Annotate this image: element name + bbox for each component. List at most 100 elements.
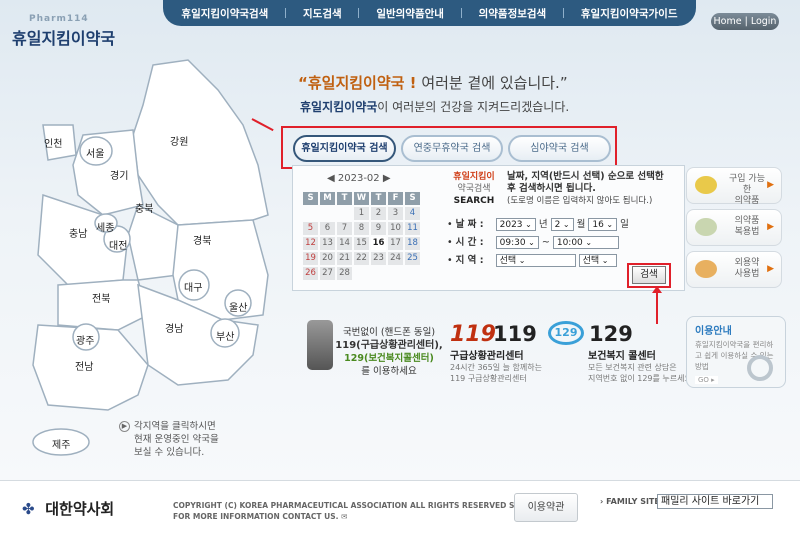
map-label-seoul[interactable]: 서울 (86, 145, 104, 160)
calendar-day[interactable]: 28 (337, 267, 352, 280)
annotation-arrow (652, 286, 662, 324)
calendar-day[interactable]: 20 (320, 252, 335, 265)
calendar-day[interactable]: 6 (320, 222, 335, 235)
logo-119: 119 (450, 322, 496, 347)
calendar-day[interactable]: 21 (337, 252, 352, 265)
tab-night-pharmacy[interactable]: 심야약국 검색 (508, 135, 611, 162)
slogan-brand: “휴일지킴이약국 ! (298, 74, 417, 92)
year-select[interactable]: 2023 (495, 218, 536, 231)
map-label-daejeon[interactable]: 대전 (109, 237, 127, 252)
terms-button[interactable]: 이용약관 (514, 493, 578, 522)
nav-item-map-search[interactable]: 지도검색 (303, 6, 342, 21)
calendar-day[interactable]: 15 (354, 237, 369, 250)
map-label-jeju[interactable]: 제주 (52, 436, 70, 451)
search-box-label: 휴일지킴이 약국검색 SEARCH (448, 171, 500, 207)
map-label-gangwon[interactable]: 강원 (170, 133, 188, 148)
calendar-day[interactable]: 18 (405, 237, 420, 250)
calendar-empty-cell (303, 207, 318, 220)
map-label-daegu[interactable]: 대구 (184, 279, 202, 294)
usage-guide-box[interactable]: 이용안내 휴일지킴이약국을 편리하고 쉽게 이용하실 수 있는 방법 GO ▸ (686, 316, 786, 388)
time-to-select[interactable]: 10:00 (552, 236, 619, 249)
map-label-ulsan[interactable]: 울산 (229, 299, 247, 314)
family-site-select[interactable]: 패밀리 사이트 바로가기 (657, 494, 773, 509)
map-note-line: 보실 수 있습니다. (134, 447, 205, 458)
map-label-chungbuk[interactable]: 충북 (135, 200, 153, 215)
footer-logo: ✤ 대한약사회 (22, 498, 114, 519)
calendar-day[interactable]: 3 (388, 207, 403, 220)
calendar-day[interactable]: 2 (371, 207, 386, 220)
map-label-chungnam[interactable]: 충남 (69, 225, 87, 240)
region-select-secondary[interactable]: 선택 (578, 254, 617, 267)
mail-icon[interactable]: ✉ (341, 512, 347, 521)
map-instruction: ▶ 각지역을 클릭하시면 현재 운영중인 약국을 보실 수 있습니다. (119, 420, 219, 459)
slogan-headline: “휴일지킴이약국 ! 여러분 곁에 있습니다.” (298, 72, 568, 93)
calendar-day[interactable]: 22 (354, 252, 369, 265)
calendar-day[interactable]: 27 (320, 267, 335, 280)
calendar-month-header[interactable]: ◀ 2023-02 ▶ (327, 173, 391, 184)
tab-holiday-pharmacy[interactable]: 휴일지킴이약국 검색 (293, 135, 396, 162)
weekday-header: S (405, 192, 420, 205)
map-label-gyeonggi[interactable]: 경기 (110, 167, 128, 182)
side-button-dosage[interactable]: 의약품 복용법 ▶ (686, 209, 782, 246)
calendar-day[interactable]: 14 (337, 237, 352, 250)
map-label-jeonnam[interactable]: 전남 (75, 358, 93, 373)
map-label-gwangju[interactable]: 광주 (76, 332, 94, 347)
emergency-line: 국번없이 (핸드폰 동일) (342, 327, 436, 338)
tab-yearround-pharmacy[interactable]: 연중무휴약국 검색 (401, 135, 503, 162)
calendar-day[interactable]: 4 (405, 207, 420, 220)
map-label-jeonbuk[interactable]: 전북 (92, 290, 110, 305)
pill-icon (695, 176, 717, 194)
time-label: 시 간 : (455, 237, 484, 248)
nav-item-guide[interactable]: 휴일지킴이약국가이드 (581, 6, 678, 21)
number-129: 129 (589, 322, 633, 346)
calendar-day[interactable]: 17 (388, 237, 403, 250)
calendar-day[interactable]: 24 (388, 252, 403, 265)
copyright-line: COPYRIGHT (C) KOREA PHARMACEUTICAL ASSOC… (173, 501, 558, 510)
map-label-gyeongbuk[interactable]: 경북 (193, 232, 211, 247)
desc-line: 24시간 365일 늘 함께하는 (450, 363, 542, 372)
region-jeonbuk-shape[interactable] (57, 279, 149, 331)
calendar-day[interactable]: 11 (405, 222, 420, 235)
number-119: 119 (493, 322, 537, 346)
calendar-day[interactable]: 7 (337, 222, 352, 235)
calendar-day[interactable]: 10 (388, 222, 403, 235)
calendar-day[interactable]: 19 (303, 252, 318, 265)
side-button-label: 복용법 (734, 227, 760, 237)
calendar-day[interactable]: 1 (354, 207, 369, 220)
calendar-day[interactable]: 16 (371, 237, 386, 250)
time-from-select[interactable]: 09:30 (495, 236, 539, 249)
month-select[interactable]: 2 (550, 218, 574, 231)
map-label-incheon[interactable]: 인천 (44, 135, 62, 150)
home-login-button[interactable]: Home | Login (711, 13, 779, 30)
region-select-primary[interactable]: 선택 (495, 254, 576, 267)
day-select[interactable]: 16 (588, 218, 618, 231)
magnifier-icon (747, 355, 773, 381)
region-label: 지 역 : (455, 255, 484, 266)
calendar-day[interactable]: 25 (405, 252, 420, 265)
slogan-text: 여러분 곁에 있습니다.” (421, 74, 568, 92)
calendar-empty-cell (388, 267, 403, 280)
calendar-day[interactable]: 8 (354, 222, 369, 235)
side-button-label: 의약품 (734, 196, 760, 206)
calendar-day[interactable]: 12 (303, 237, 318, 250)
nav-item-holiday-search[interactable]: 휴일지킴이약국검색 (181, 6, 268, 21)
map-label-gyeongnam[interactable]: 경남 (165, 320, 183, 335)
map-label-busan[interactable]: 부산 (216, 328, 234, 343)
nav-item-otc-info[interactable]: 일반의약품안내 (376, 6, 444, 21)
desc-129: 모든 보건복지 관련 상담은 지역번호 없이 129를 누르세요. (588, 362, 694, 384)
side-button-external-use[interactable]: 외용약 사용법 ▶ (686, 251, 782, 288)
nav-item-drug-info[interactable]: 의약품정보검색 (479, 6, 547, 21)
map-label-sejong[interactable]: 세종 (96, 219, 114, 234)
search-button[interactable]: 검색 (632, 266, 666, 284)
calendar-day[interactable]: 5 (303, 222, 318, 235)
side-button-buyable-drugs[interactable]: 구입 가능한 의약품 ▶ (686, 167, 782, 206)
copyright: COPYRIGHT (C) KOREA PHARMACEUTICAL ASSOC… (173, 500, 558, 522)
title-119: 구급상황관리센터 (450, 351, 524, 362)
calendar-day[interactable]: 23 (371, 252, 386, 265)
calendar-day[interactable]: 26 (303, 267, 318, 280)
calendar-day[interactable]: 13 (320, 237, 335, 250)
calendar-empty-cell (371, 267, 386, 280)
calendar-day[interactable]: 9 (371, 222, 386, 235)
usage-guide-more[interactable]: GO ▸ (695, 376, 718, 384)
site-logo[interactable]: 휴일지킴이약국 (12, 25, 115, 49)
